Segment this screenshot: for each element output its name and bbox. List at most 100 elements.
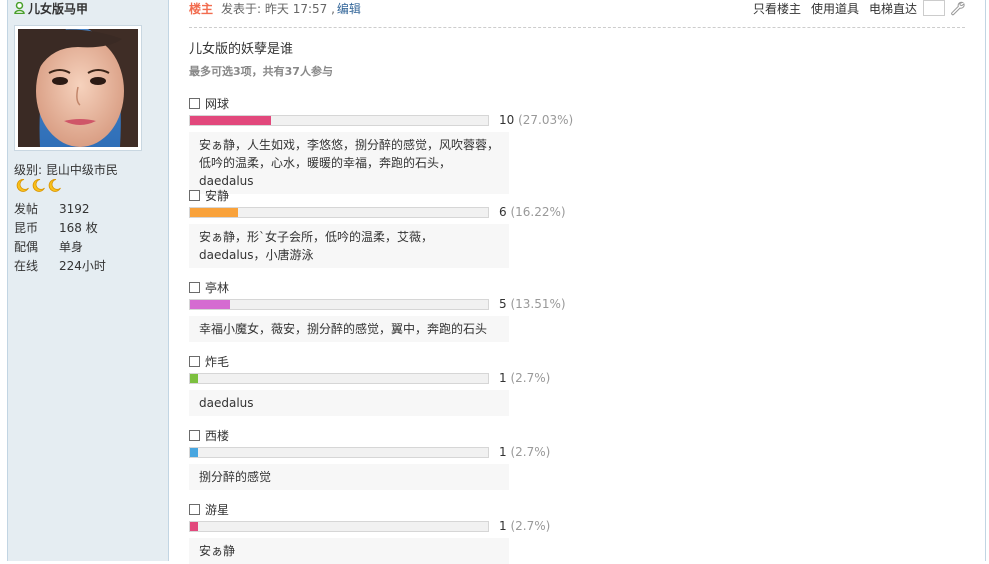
poll-option-label[interactable]: 安静 (189, 188, 589, 203)
stat-value: 3192 (59, 201, 90, 216)
poll-checkbox[interactable] (189, 281, 200, 293)
post-header: 楼主 发表于: 昨天 17:57 , 编辑 (189, 0, 361, 16)
online-user-icon (14, 2, 25, 14)
result-bar-fill (190, 448, 198, 457)
vote-percent: (2.7%) (510, 371, 551, 385)
vote-number: 10 (499, 113, 515, 127)
vote-percent: (2.7%) (510, 519, 551, 533)
moon-icon (48, 179, 61, 192)
poll-option: 安静 6 (16.22%) 安ぁ静，形`女子会所，低吟的温柔，艾薇，daedal… (189, 188, 589, 268)
header-divider (189, 27, 965, 28)
result-bar-fill (190, 522, 198, 531)
stat-label: 发帖 (14, 202, 39, 216)
vote-count: 6 (16.22%) (499, 205, 566, 219)
vote-count: 1 (2.7%) (499, 519, 550, 533)
author-info: 儿女版马甲 (14, 0, 88, 16)
vote-count: 5 (13.51%) (499, 297, 566, 311)
poll-option-label[interactable]: 西楼 (189, 428, 589, 443)
result-bar-fill (190, 208, 238, 217)
poll-option-label[interactable]: 游星 (189, 502, 589, 517)
option-name: 西楼 (205, 428, 230, 443)
level-link[interactable]: 级别: 昆山中级市民 (14, 163, 118, 177)
voter-list: 安ぁ静，人生如戏，李悠悠，捌分醉的感觉，风吹蓉蓉，低吟的温柔，心水，暖暖的幸福，… (189, 132, 509, 194)
poll-option: 西楼 1 (2.7%) 捌分醉的感觉 (189, 428, 589, 490)
result-bar-row: 6 (16.22%) (189, 205, 589, 221)
avatar-image[interactable] (18, 29, 138, 147)
poll-option: 网球 10 (27.03%) 安ぁ静，人生如戏，李悠悠，捌分醉的感觉，风吹蓉蓉，… (189, 96, 589, 194)
vote-percent: (16.22%) (510, 205, 566, 219)
voter-list: daedalus (189, 390, 509, 416)
voter-list: 安ぁ静，形`女子会所，低吟的温柔，艾薇，daedalus，小唐游泳 (189, 224, 509, 268)
result-bar-row: 1 (2.7%) (189, 371, 589, 387)
poll-checkbox[interactable] (189, 189, 200, 201)
result-bar-row: 1 (2.7%) (189, 445, 589, 461)
option-name: 网球 (205, 96, 230, 111)
poll-option-label[interactable]: 炸毛 (189, 354, 589, 369)
result-bar-fill (190, 374, 198, 383)
result-bar-track (189, 521, 489, 532)
floor-jump-input[interactable] (923, 0, 945, 16)
stat-posts: 发帖 3192 (14, 199, 106, 218)
author-name-link[interactable]: 儿女版马甲 (28, 0, 88, 17)
vote-number: 1 (499, 445, 507, 459)
poll-option-label[interactable]: 网球 (189, 96, 589, 111)
stat-label: 配偶 (14, 240, 39, 254)
stat-value: 168 枚 (59, 221, 98, 235)
voter-list: 幸福小魔女，薇安，捌分醉的感觉，翼中，奔跑的石头 (189, 316, 509, 342)
voter-list: 安ぁ静 (189, 538, 509, 564)
vote-count: 10 (27.03%) (499, 113, 573, 127)
option-name: 安静 (205, 188, 230, 203)
stat-spouse: 配偶 单身 (14, 237, 106, 256)
moon-icon (16, 179, 29, 192)
stat-label: 在线 (14, 259, 39, 273)
result-bar-row: 5 (13.51%) (189, 297, 589, 313)
result-bar-track (189, 115, 489, 126)
page-right-border (985, 0, 986, 561)
result-bar-row: 10 (27.03%) (189, 113, 589, 129)
vote-number: 1 (499, 519, 507, 533)
vote-number: 6 (499, 205, 507, 219)
vote-count: 1 (2.7%) (499, 445, 550, 459)
stat-coins: 昆币 168 枚 (14, 218, 106, 237)
result-bar-track (189, 447, 489, 458)
edit-link[interactable]: 编辑 (337, 0, 361, 17)
post-time: 发表于: 昨天 17:57 , (221, 1, 335, 16)
author-stats: 发帖 3192 昆币 168 枚 配偶 单身 在线 224小时 (14, 199, 106, 275)
wrench-icon[interactable] (949, 0, 965, 16)
only-owner-link[interactable]: 只看楼主 (753, 0, 801, 17)
result-bar-fill (190, 300, 230, 309)
vote-percent: (13.51%) (510, 297, 566, 311)
poll-checkbox[interactable] (189, 97, 200, 109)
result-bar-track (189, 299, 489, 310)
avatar[interactable] (14, 25, 142, 151)
stat-value: 单身 (59, 240, 84, 254)
post-tools: 只看楼主 使用道具 电梯直达 (753, 0, 965, 16)
moon-icon (32, 179, 45, 192)
owner-tag: 楼主 (189, 1, 214, 16)
use-tool-link[interactable]: 使用道具 (811, 0, 859, 17)
option-name: 游星 (205, 502, 230, 517)
result-bar-row: 1 (2.7%) (189, 519, 589, 535)
elevator-label: 电梯直达 (868, 1, 917, 16)
poll-option: 游星 1 (2.7%) 安ぁ静 (189, 502, 589, 564)
voter-list: 捌分醉的感觉 (189, 464, 509, 490)
option-name: 亭林 (205, 280, 230, 295)
vote-count: 1 (2.7%) (499, 371, 550, 385)
rank-icons (15, 178, 62, 193)
option-name: 炸毛 (205, 354, 230, 369)
poll-note: 最多可选3项，共有37人参与 (189, 65, 333, 78)
post-main: 楼主 发表于: 昨天 17:57 , 编辑 只看楼主 使用道具 电梯直达 儿女版… (170, 0, 985, 564)
vote-percent: (2.7%) (510, 445, 551, 459)
poll-option: 亭林 5 (13.51%) 幸福小魔女，薇安，捌分醉的感觉，翼中，奔跑的石头 (189, 280, 589, 342)
poll-option-label[interactable]: 亭林 (189, 280, 589, 295)
poll-checkbox[interactable] (189, 429, 200, 441)
result-bar-fill (190, 116, 271, 125)
poll-checkbox[interactable] (189, 503, 200, 515)
vote-percent: (27.03%) (518, 113, 574, 127)
author-level: 级别: 昆山中级市民 (14, 161, 118, 178)
stat-label: 昆币 (14, 221, 39, 235)
vote-number: 1 (499, 371, 507, 385)
poll-checkbox[interactable] (189, 355, 200, 367)
stat-online: 在线 224小时 (14, 256, 106, 275)
result-bar-track (189, 373, 489, 384)
